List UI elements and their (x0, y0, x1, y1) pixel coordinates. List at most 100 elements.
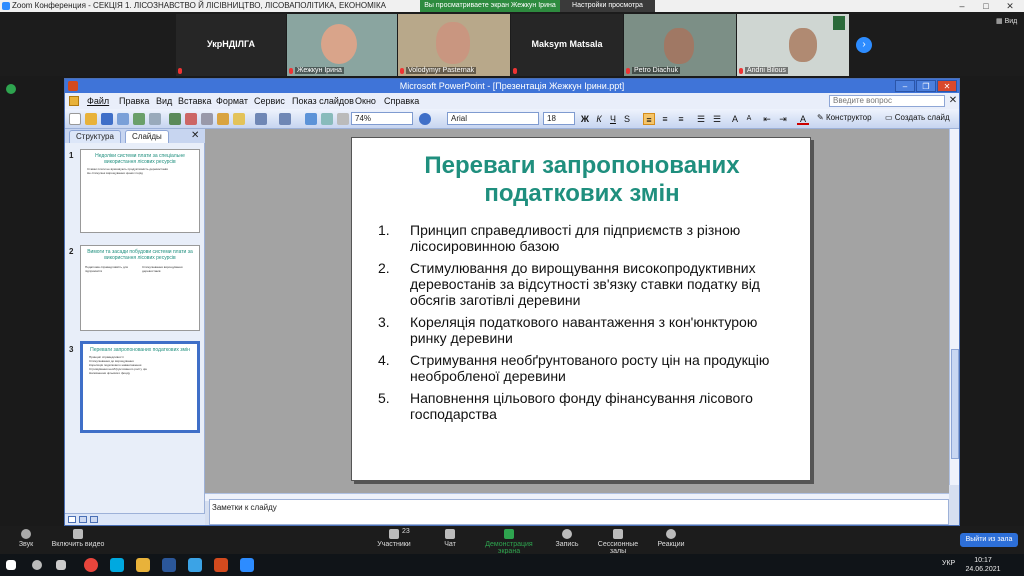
menu-edit[interactable]: Правка (119, 96, 149, 106)
italic-button[interactable]: К (593, 113, 605, 125)
permission-icon[interactable] (117, 113, 129, 125)
underline-button[interactable]: Ч (607, 113, 619, 125)
tab-outline[interactable]: Структура (69, 130, 121, 143)
panel-close-icon[interactable]: ✕ (191, 130, 199, 141)
preview-icon[interactable] (149, 113, 161, 125)
spelling-icon[interactable] (169, 113, 181, 125)
increase-indent-button[interactable]: ⇥ (777, 113, 789, 125)
explorer-icon[interactable] (136, 558, 150, 572)
insert-chart-icon[interactable] (305, 113, 317, 125)
tab-slides[interactable]: Слайды (125, 130, 169, 143)
chat-button[interactable]: Чат (438, 526, 462, 554)
participant-tile[interactable]: Maksym Matsala (511, 14, 623, 76)
paste-icon[interactable] (217, 113, 229, 125)
start-icon[interactable] (6, 560, 16, 570)
ppt-minimize-icon[interactable]: – (895, 80, 915, 92)
normal-view-icon[interactable] (68, 516, 76, 523)
vertical-scrollbar[interactable] (949, 129, 959, 485)
menu-format[interactable]: Формат (216, 96, 248, 106)
help-icon[interactable] (419, 113, 431, 125)
menu-window[interactable]: Окно (355, 96, 376, 106)
print-icon[interactable] (133, 113, 145, 125)
ask-question-input[interactable]: Введите вопрос (829, 95, 945, 107)
bullets-button[interactable]: ☰ (711, 113, 723, 125)
reactions-button[interactable]: Реакции (656, 526, 686, 554)
menu-view[interactable]: Вид (156, 96, 172, 106)
zoom-taskbar-icon[interactable] (240, 558, 254, 572)
task-view-icon[interactable] (56, 560, 66, 570)
shadow-button[interactable]: S (621, 113, 633, 125)
participant-tile[interactable]: Жежкун Ірина (287, 14, 397, 76)
slide-thumbnail-2[interactable]: Вимоги та засади побудови системи плати … (80, 245, 200, 331)
record-button[interactable]: Запись (554, 526, 580, 554)
menu-tools[interactable]: Сервис (254, 96, 285, 106)
zoom-dropdown[interactable]: 74% (351, 112, 413, 125)
ppt-close-icon[interactable]: ✕ (937, 80, 957, 92)
align-left-button[interactable]: ≡ (643, 113, 655, 125)
new-icon[interactable] (69, 113, 81, 125)
slide-notes[interactable]: Заметки к слайду (209, 499, 949, 525)
sorter-view-icon[interactable] (79, 516, 87, 523)
menu-file[interactable]: Файл (87, 96, 109, 106)
align-center-button[interactable]: ≡ (659, 113, 671, 125)
document-close-icon[interactable]: ✕ (947, 95, 959, 107)
new-slide-button[interactable]: ▭ Создать слайд (885, 113, 950, 122)
chrome-icon[interactable] (84, 558, 98, 572)
view-settings-button[interactable]: Настройки просмотра (560, 0, 655, 12)
font-size-dropdown[interactable]: 18 (543, 112, 575, 125)
menu-help[interactable]: Справка (384, 96, 419, 106)
cut-icon[interactable] (185, 113, 197, 125)
designer-button[interactable]: ✎ Конструктор (817, 113, 872, 122)
bold-button[interactable]: Ж (579, 113, 591, 125)
view-switcher[interactable] (65, 513, 205, 525)
share-screen-button[interactable]: Демонстрация экрана (474, 526, 544, 555)
close-icon[interactable]: ✕ (998, 0, 1022, 12)
audio-button[interactable]: Звук (12, 526, 40, 554)
language-indicator[interactable]: УКР (942, 560, 955, 567)
video-button[interactable]: Включить видео (50, 526, 106, 554)
font-color-button[interactable]: A (797, 113, 809, 125)
numbering-button[interactable]: ☰ (695, 113, 707, 125)
menu-slideshow[interactable]: Показ слайдов (292, 96, 354, 106)
breakout-rooms-button[interactable]: Сессионные залы (590, 526, 646, 555)
current-slide[interactable]: Переваги запропонованих податкових змін … (351, 137, 811, 481)
slide-thumbnail-3[interactable]: Переваги запропонованих податкових змін … (80, 341, 200, 433)
maximize-icon[interactable]: □ (974, 0, 998, 12)
decrease-indent-button[interactable]: ⇤ (761, 113, 773, 125)
participant-tile[interactable]: Volodymyr Pasternak (398, 14, 510, 76)
save-icon[interactable] (101, 113, 113, 125)
ppt-maximize-icon[interactable]: ❐ (916, 80, 936, 92)
leave-room-button[interactable]: Выйти из зала (960, 533, 1018, 547)
minimize-icon[interactable]: – (950, 0, 974, 12)
participant-tile[interactable]: УкрНДІЛГА (176, 14, 286, 76)
participant-tile[interactable]: Petro Diachuk (624, 14, 736, 76)
slide-bullet-list[interactable]: 1. Принцип справедливості для підприємств… (374, 222, 794, 428)
next-participants-button[interactable]: › (856, 37, 872, 53)
decrease-font-button[interactable]: A (743, 113, 755, 125)
clock[interactable]: 10:17 24.06.2021 (964, 556, 1002, 574)
increase-font-button[interactable]: A (729, 113, 741, 125)
align-right-button[interactable]: ≡ (675, 113, 687, 125)
breakout-label: Сессионные залы (597, 541, 639, 555)
view-button[interactable]: ▦ Вид (996, 16, 1024, 28)
shield-icon[interactable] (6, 84, 16, 94)
menu-insert[interactable]: Вставка (178, 96, 211, 106)
skype-icon[interactable] (110, 558, 124, 572)
participant-tile[interactable]: Andrii Bilous (737, 14, 849, 76)
redo-icon[interactable] (279, 113, 291, 125)
media-icon[interactable] (188, 558, 202, 572)
grid-icon[interactable] (337, 113, 349, 125)
scrollbar-thumb[interactable] (951, 349, 959, 459)
slide-thumbnail-1[interactable]: Недоліки системи плати за спеціальне вик… (80, 149, 200, 233)
search-icon[interactable] (32, 560, 42, 570)
slide-title[interactable]: Переваги запропонованих податкових змін (352, 152, 812, 208)
insert-table-icon[interactable] (321, 113, 333, 125)
slideshow-view-icon[interactable] (90, 516, 98, 523)
format-painter-icon[interactable] (233, 113, 245, 125)
word-icon[interactable] (162, 558, 176, 572)
copy-icon[interactable] (201, 113, 213, 125)
undo-icon[interactable] (255, 113, 267, 125)
powerpoint-taskbar-icon[interactable] (214, 558, 228, 572)
open-icon[interactable] (85, 113, 97, 125)
font-name-dropdown[interactable]: Arial (447, 112, 539, 125)
